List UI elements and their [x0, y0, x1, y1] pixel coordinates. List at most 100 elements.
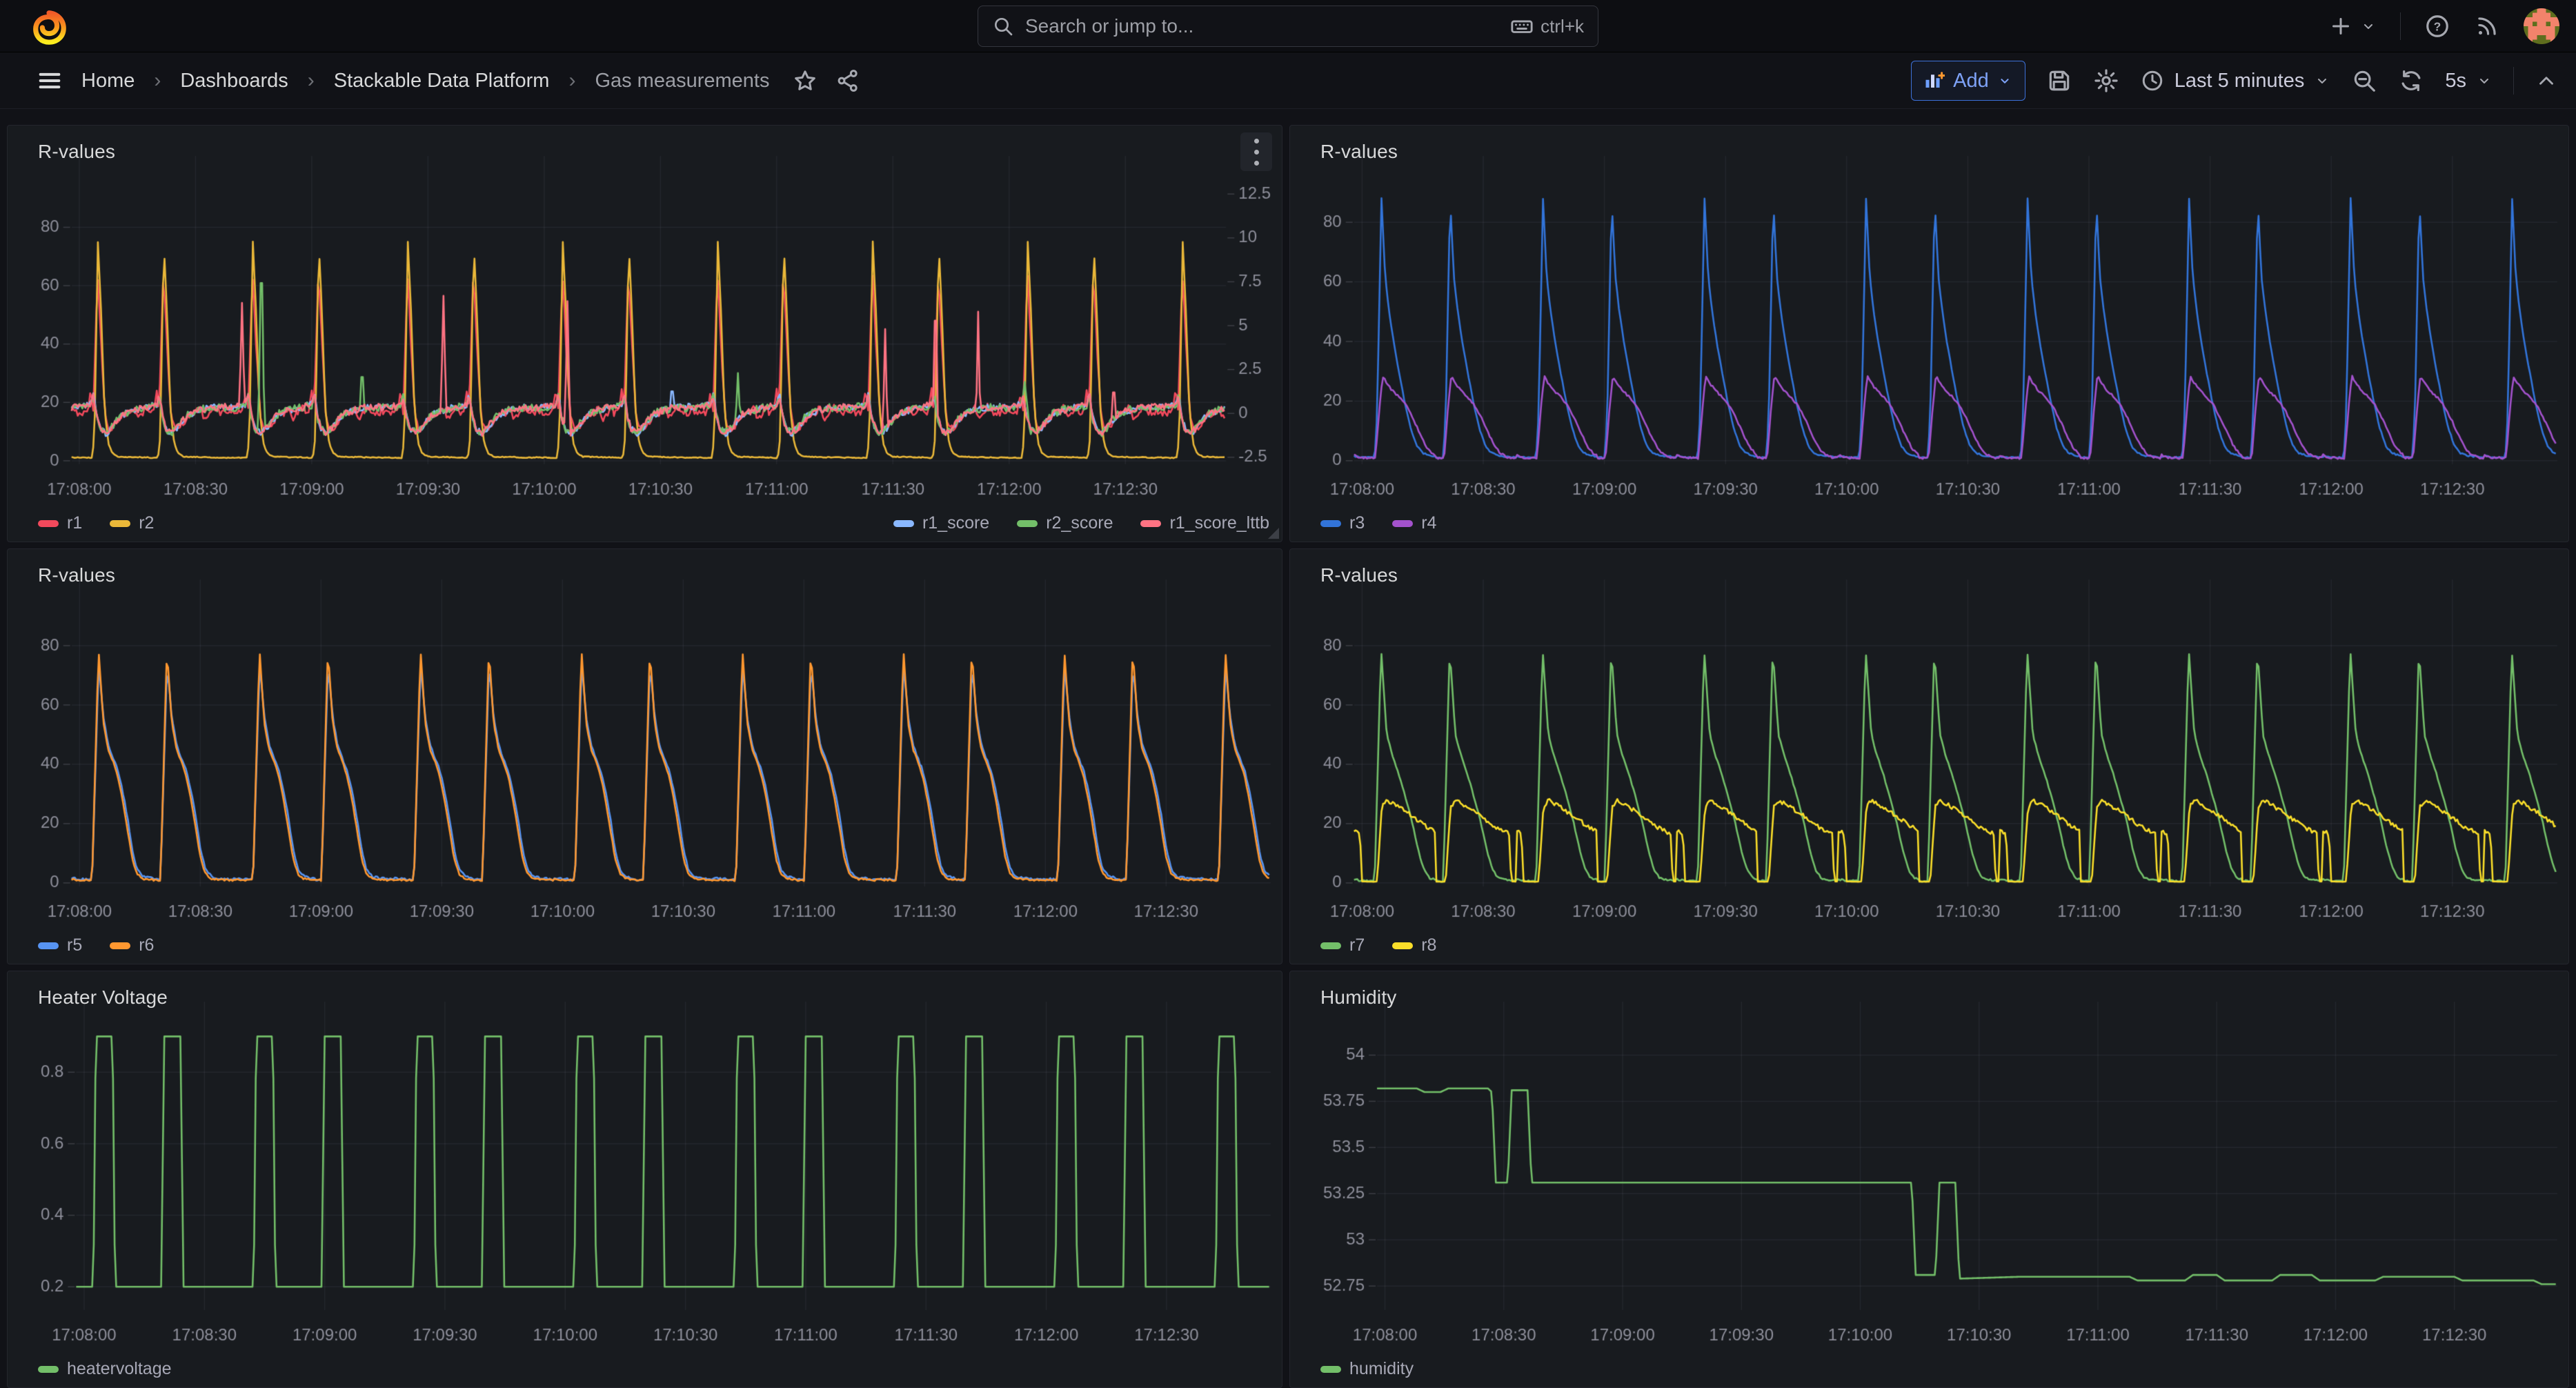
panel-title[interactable]: Humidity — [1320, 987, 1397, 1009]
legend-item-r7[interactable]: r7 — [1320, 935, 1365, 955]
grafana-logo[interactable] — [30, 8, 68, 46]
legend: r1 r2 — [38, 513, 154, 533]
legend-swatch — [38, 1366, 59, 1373]
legend-item-r1[interactable]: r1 — [38, 513, 82, 533]
favorite-button[interactable] — [793, 68, 818, 93]
collapse-toolbar-button[interactable] — [2535, 69, 2558, 92]
refresh-button[interactable] — [2398, 68, 2424, 94]
time-range-label: Last 5 minutes — [2174, 70, 2305, 92]
panel-title[interactable]: R-values — [1320, 564, 1398, 586]
breadcrumb-home[interactable]: Home — [81, 70, 135, 92]
legend-label: r3 — [1349, 513, 1365, 533]
legend-label: r5 — [67, 935, 82, 955]
settings-icon — [2093, 68, 2119, 94]
panel-r-values-1: R-values r1 r2 r1_score r2_score r1_score_l… — [7, 125, 1282, 542]
save-dashboard-button[interactable] — [2046, 68, 2072, 94]
legend-label: r1 — [67, 513, 82, 533]
chevron-down-icon — [1997, 73, 2012, 88]
legend-item-r2[interactable]: r2 — [110, 513, 154, 533]
chart-canvas[interactable] — [1290, 549, 2568, 964]
search-shortcut: ctrl+k — [1510, 14, 1584, 38]
add-panel-icon — [1924, 70, 1945, 91]
legend-item-r6[interactable]: r6 — [110, 935, 154, 955]
panel-r-values-2: R-values r3 r4 — [1289, 125, 2569, 542]
kebab-icon — [1254, 139, 1259, 143]
legend-label: r4 — [1421, 513, 1436, 533]
panel-r-values-3: R-values r5 r6 — [7, 548, 1282, 964]
legend-item-r5[interactable]: r5 — [38, 935, 82, 955]
legend-label: r6 — [139, 935, 154, 955]
breadcrumb: Home › Dashboards › Stackable Data Platf… — [0, 67, 1911, 95]
help-button[interactable]: ? — [2424, 13, 2450, 39]
help-icon: ? — [2424, 13, 2450, 39]
panel-r-values-4: R-values r7 r8 — [1289, 548, 2569, 964]
search-placeholder: Search or jump to... — [1025, 15, 1499, 37]
legend-item-r1_score[interactable]: r1_score — [893, 513, 989, 533]
chart-canvas[interactable] — [8, 126, 1282, 542]
panel-menu-button[interactable] — [1240, 132, 1272, 171]
search-input[interactable]: Search or jump to... ctrl+k — [978, 6, 1598, 47]
legend-label: r1_score — [922, 513, 989, 533]
share-button[interactable] — [835, 68, 860, 93]
chevron-down-icon — [2360, 18, 2377, 34]
menu-icon — [36, 67, 63, 95]
svg-text:?: ? — [2434, 19, 2441, 33]
chart-canvas[interactable] — [8, 549, 1282, 964]
panel-resize-handle[interactable] — [1268, 528, 1279, 539]
topbar-actions: ? — [2328, 0, 2559, 52]
legend: r5 r6 — [38, 935, 154, 955]
news-icon — [2474, 13, 2500, 39]
refresh-interval-picker[interactable]: 5s — [2445, 70, 2493, 92]
legend-item-r1_score_lttb[interactable]: r1_score_lttb — [1140, 513, 1269, 533]
time-range-picker[interactable]: Last 5 minutes — [2140, 68, 2331, 93]
legend: r7 r8 — [1320, 935, 1436, 955]
legend-swatch — [1320, 520, 1341, 527]
dashboard-settings-button[interactable] — [2093, 68, 2119, 94]
toolbar-divider — [2513, 67, 2514, 95]
avatar[interactable] — [2524, 8, 2559, 44]
panel-title[interactable]: R-values — [38, 564, 115, 586]
legend-item-r3[interactable]: r3 — [1320, 513, 1365, 533]
legend: r3 r4 — [1320, 513, 1436, 533]
top-navigation-bar: Search or jump to... ctrl+k ? — [0, 0, 2576, 52]
chevron-down-icon — [2314, 72, 2330, 89]
refresh-icon — [2398, 68, 2424, 94]
legend: humidity — [1320, 1359, 1414, 1379]
panel-humidity: Humidity humidity — [1289, 971, 2569, 1388]
panel-title[interactable]: R-values — [38, 141, 115, 163]
clock-icon — [2140, 68, 2165, 93]
breadcrumb-separator: › — [567, 69, 577, 92]
chevron-up-icon — [2535, 69, 2558, 92]
chart-canvas[interactable] — [8, 971, 1282, 1387]
new-button[interactable] — [2328, 14, 2377, 39]
legend-item-heatervoltage[interactable]: heatervoltage — [38, 1359, 172, 1379]
news-button[interactable] — [2474, 13, 2500, 39]
dashboard-toolbar: Home › Dashboards › Stackable Data Platf… — [0, 53, 2576, 109]
panel-title[interactable]: R-values — [1320, 141, 1398, 163]
breadcrumb-dashboards[interactable]: Dashboards — [180, 70, 288, 92]
breadcrumb-current: Gas measurements — [595, 70, 769, 92]
legend-swatch — [893, 520, 914, 527]
breadcrumb-separator: › — [306, 69, 316, 92]
legend-item-r2_score[interactable]: r2_score — [1017, 513, 1113, 533]
legend-swatch — [38, 942, 59, 949]
panel-title[interactable]: Heater Voltage — [38, 987, 168, 1009]
topbar-divider — [2400, 12, 2401, 40]
legend-item-r8[interactable]: r8 — [1392, 935, 1436, 955]
search-icon — [992, 15, 1014, 37]
mega-menu-button[interactable] — [36, 67, 63, 95]
legend-label: r1_score_lttb — [1169, 513, 1269, 533]
zoom-out-button[interactable] — [2351, 68, 2377, 94]
chart-canvas[interactable] — [1290, 126, 2568, 542]
legend-item-r4[interactable]: r4 — [1392, 513, 1436, 533]
legend-swatch — [110, 520, 130, 527]
legend-item-humidity[interactable]: humidity — [1320, 1359, 1414, 1379]
legend-swatch — [1392, 942, 1413, 949]
chart-canvas[interactable] — [1290, 971, 2568, 1387]
breadcrumb-folder[interactable]: Stackable Data Platform — [334, 70, 550, 92]
panel-heater-voltage: Heater Voltage heatervoltage — [7, 971, 1282, 1388]
legend-label: r8 — [1421, 935, 1436, 955]
legend-swatch — [1140, 520, 1161, 527]
zoom-out-icon — [2351, 68, 2377, 94]
add-button[interactable]: Add — [1911, 61, 2025, 101]
